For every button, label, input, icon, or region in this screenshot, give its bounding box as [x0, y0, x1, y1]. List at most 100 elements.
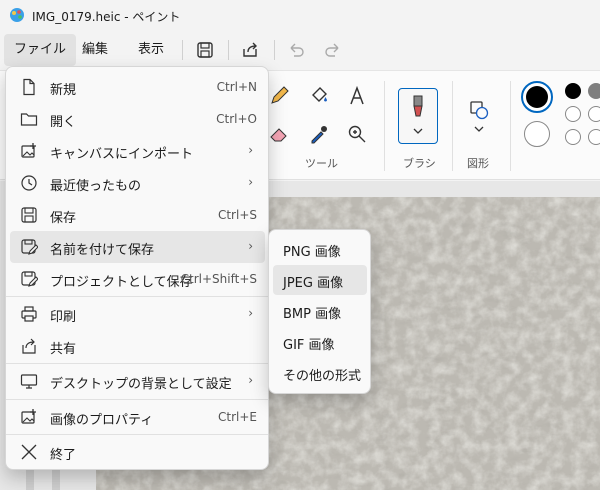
menu-divider [6, 363, 268, 364]
menu-item-save[interactable]: 保存 Ctrl+S [10, 199, 265, 231]
submenu-item-bmp[interactable]: BMP 画像 [273, 296, 367, 326]
menu-item-label: プロジェクトとして保存 [50, 275, 193, 290]
menu-item-label: 新規 [50, 83, 77, 98]
chevron-right-icon: › [248, 306, 253, 320]
menu-item-new[interactable]: 新規 Ctrl+N [10, 71, 265, 103]
ribbon-divider [452, 81, 453, 171]
menu-item-shortcut: Ctrl+O [216, 112, 257, 126]
menu-file[interactable]: ファイル [4, 34, 77, 66]
menu-item-label: デスクトップの背景として設定 [50, 377, 232, 392]
save-icon [21, 207, 37, 223]
chevron-right-icon: › [248, 239, 253, 253]
chevron-right-icon: › [248, 175, 253, 189]
menubar-divider [274, 40, 275, 60]
palette-swatch-black[interactable] [565, 83, 581, 99]
menu-item-label: 名前を付けて保存 [50, 243, 155, 258]
import-image-icon [21, 143, 36, 158]
fill-bucket-icon[interactable] [308, 85, 330, 107]
menu-divider [6, 434, 268, 435]
menubar-divider [228, 40, 229, 60]
menu-edit[interactable]: 編集 [72, 34, 118, 66]
chevron-down-icon[interactable] [473, 125, 485, 133]
menu-item-shortcut: Ctrl+N [216, 80, 257, 94]
submenu-item-jpeg[interactable]: JPEG 画像 [273, 265, 367, 295]
submenu-item-other-formats[interactable]: その他の形式 [273, 358, 367, 388]
new-file-icon [23, 78, 35, 96]
submenu-item-label: GIF 画像 [283, 338, 335, 353]
brush-icon [413, 95, 423, 117]
menu-item-shortcut: Ctrl+E [218, 410, 257, 424]
menu-divider [6, 399, 268, 400]
menu-item-shortcut: Ctrl+S [217, 208, 257, 222]
menu-item-label: 印刷 [50, 310, 77, 325]
image-properties-icon [21, 409, 36, 424]
brush-button[interactable] [398, 88, 438, 144]
folder-icon [20, 113, 38, 126]
palette-swatch-empty[interactable] [565, 129, 581, 145]
pencil-icon[interactable] [268, 85, 290, 107]
menu-item-shortcut: Ctrl+Shift+S [180, 272, 257, 286]
ribbon-divider [384, 81, 385, 171]
menu-item-print[interactable]: 印刷 › [10, 298, 265, 330]
menu-item-label: 終了 [50, 448, 77, 463]
submenu-item-gif[interactable]: GIF 画像 [273, 327, 367, 357]
menu-item-label: 最近使ったもの [50, 179, 142, 194]
menu-item-recent[interactable]: 最近使ったもの › [10, 167, 265, 199]
save-project-icon [21, 271, 38, 287]
menu-item-label: 画像のプロパティ [50, 413, 154, 428]
clock-icon [21, 175, 37, 191]
ribbon-divider [510, 81, 511, 171]
menu-item-save-as[interactable]: 名前を付けて保存 › [10, 231, 265, 263]
palette-swatch-empty[interactable] [588, 129, 600, 145]
paint-app-icon [10, 8, 24, 22]
menu-item-import-canvas[interactable]: キャンバスにインポート › [10, 135, 265, 167]
submenu-item-png[interactable]: PNG 画像 [273, 234, 367, 264]
chevron-right-icon: › [248, 373, 253, 387]
menu-item-save-project[interactable]: プロジェクトとして保存 Ctrl+Shift+S [10, 263, 265, 295]
menu-item-image-properties[interactable]: 画像のプロパティ Ctrl+E [10, 401, 265, 433]
shapes-icon[interactable] [468, 99, 490, 121]
menu-item-set-desktop[interactable]: デスクトップの背景として設定 › [10, 365, 265, 397]
palette-swatch-empty[interactable] [588, 106, 600, 122]
chevron-right-icon: › [248, 143, 253, 157]
menu-view[interactable]: 表示 [128, 34, 174, 66]
save-as-icon [21, 239, 38, 255]
redo-icon[interactable] [323, 40, 343, 60]
menu-item-label: 共有 [50, 342, 77, 357]
menu-item-exit[interactable]: 終了 [10, 436, 265, 468]
menu-bar: ファイル 編集 表示 [0, 34, 600, 66]
share-icon [22, 338, 36, 354]
menu-item-label: 保存 [50, 211, 77, 226]
submenu-item-label: その他の形式 [283, 369, 362, 384]
print-icon [21, 306, 37, 322]
brush-group-label: ブラシ [403, 157, 436, 170]
title-bar: IMG_0179.heic - ペイント [0, 0, 600, 32]
magnifier-icon[interactable] [346, 123, 368, 145]
palette-swatch-white[interactable] [565, 106, 581, 122]
share-icon[interactable] [240, 40, 260, 60]
primary-color-fill [526, 86, 548, 108]
file-menu: 新規 Ctrl+N 開く Ctrl+O キャンバスにインポート › 最近使ったも… [5, 66, 269, 470]
submenu-item-label: BMP 画像 [283, 307, 342, 322]
chevron-down-icon [413, 128, 423, 134]
desktop-icon [20, 374, 38, 389]
eraser-icon[interactable] [268, 123, 290, 145]
color-picker-icon[interactable] [308, 123, 330, 145]
submenu-item-label: JPEG 画像 [283, 276, 344, 291]
menubar-divider [182, 40, 183, 60]
primary-color-swatch[interactable] [521, 81, 553, 113]
menu-item-share[interactable]: 共有 [10, 330, 265, 362]
save-icon[interactable] [195, 40, 215, 60]
shapes-group-label: 図形 [467, 157, 489, 170]
menu-item-label: キャンバスにインポート [50, 147, 194, 162]
menu-item-open[interactable]: 開く Ctrl+O [10, 103, 265, 135]
window-title: IMG_0179.heic - ペイント [32, 10, 181, 24]
text-icon[interactable] [346, 85, 368, 107]
menu-divider [6, 296, 268, 297]
submenu-item-label: PNG 画像 [283, 245, 341, 260]
palette-swatch-gray[interactable] [588, 83, 600, 99]
close-icon [21, 444, 37, 460]
secondary-color-swatch[interactable] [524, 121, 550, 147]
save-as-submenu: PNG 画像 JPEG 画像 BMP 画像 GIF 画像 その他の形式 [268, 229, 371, 394]
undo-icon[interactable] [286, 40, 306, 60]
